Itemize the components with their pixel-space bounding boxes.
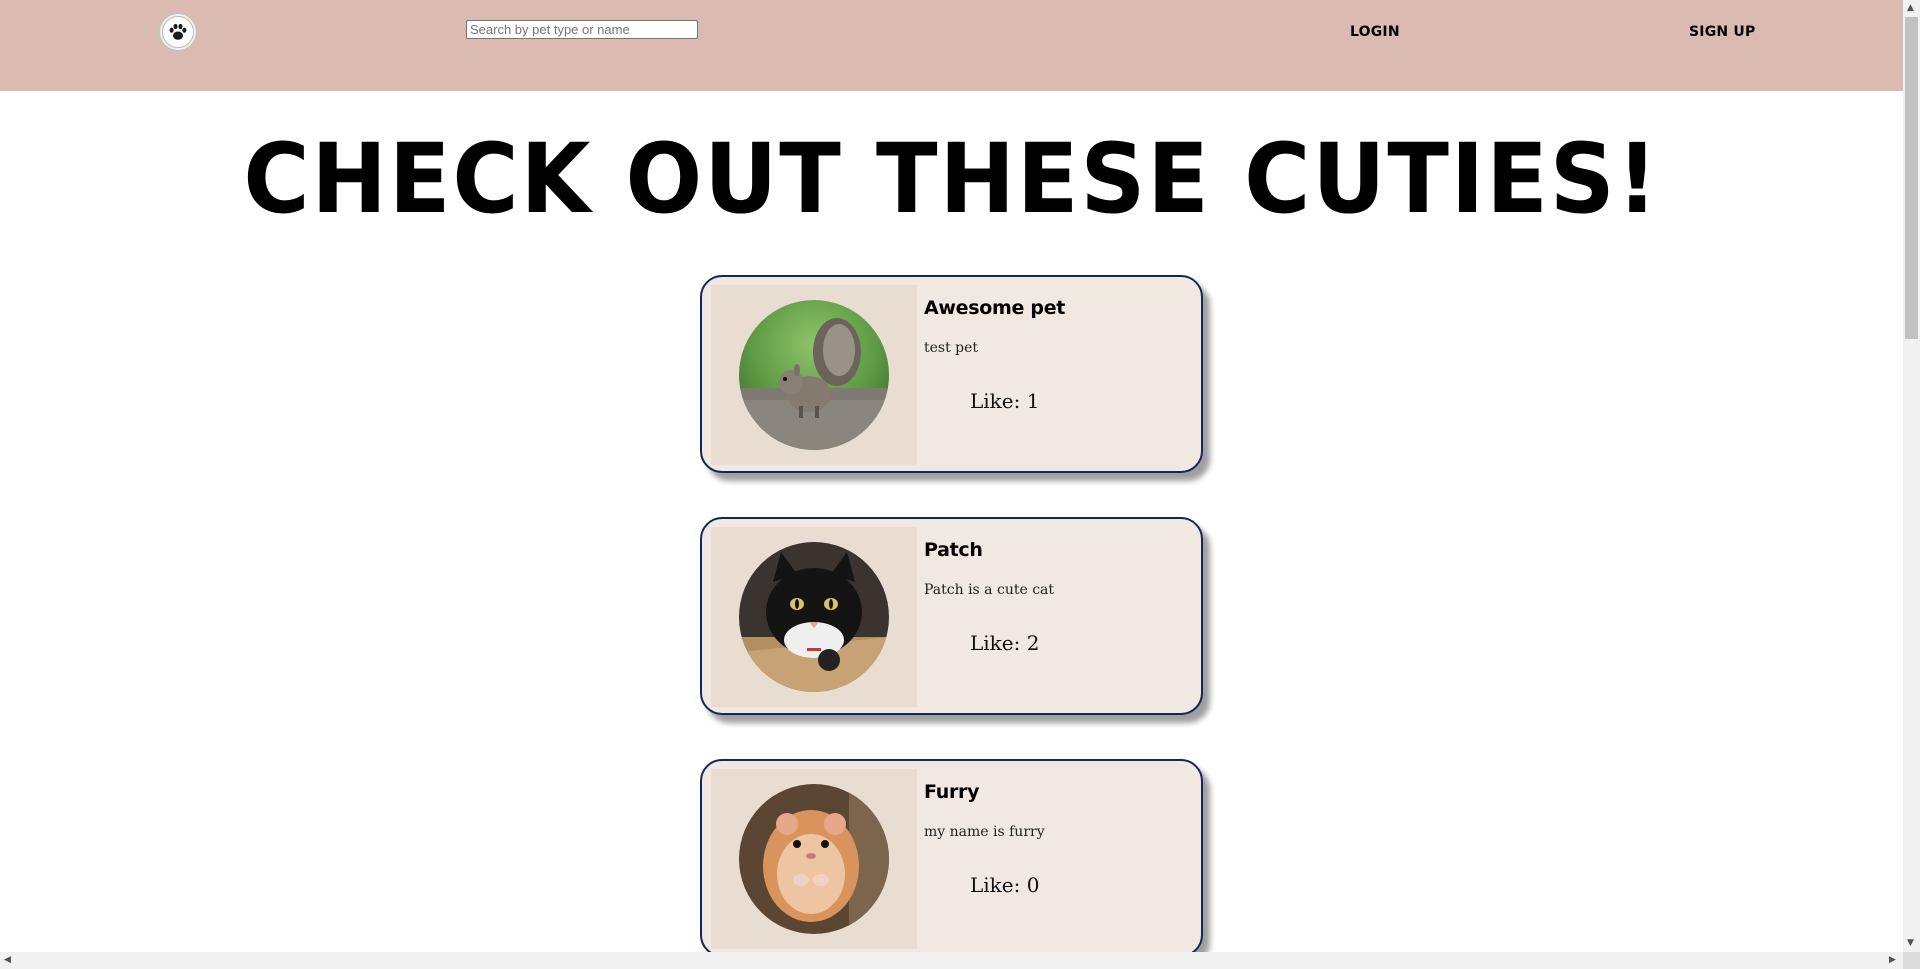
scrollbar-thumb[interactable] [1905,17,1918,339]
search-input[interactable] [466,20,698,39]
pet-image-panel [711,769,917,949]
pet-image-panel [711,527,917,707]
pet-name: Awesome pet [924,297,1066,319]
pet-image-panel [711,285,917,465]
page-title: CHECK OUT THESE CUTIES! [243,123,1660,235]
pet-description: test pet [924,340,979,356]
vertical-scrollbar[interactable]: ▲ ▼ [1903,0,1920,952]
pet-name: Furry [924,781,980,803]
like-count[interactable]: Like: 1 [970,389,1039,413]
page-viewport: LOGIN SIGN UP CHECK OUT THESE CUTIES! [0,0,1903,952]
pet-name: Patch [924,539,983,561]
scroll-up-icon[interactable]: ▲ [1907,0,1914,17]
like-count[interactable]: Like: 0 [970,873,1039,897]
login-link[interactable]: LOGIN [1350,24,1400,40]
pet-description: Patch is a cute cat [924,582,1055,598]
scroll-left-icon[interactable]: ◀ [4,952,11,969]
horizontal-scrollbar[interactable]: ◀ ▶ [0,952,1903,969]
hamster-photo [739,784,889,934]
like-count[interactable]: Like: 2 [970,631,1039,655]
logo[interactable] [158,12,198,52]
black-white-cat-photo [739,542,889,692]
pet-card[interactable]: Patch Patch is a cute cat Like: 2 [700,517,1203,715]
pet-card[interactable]: Furry my name is furry Like: 0 [700,759,1203,952]
pet-description: my name is furry [924,824,1045,840]
scroll-right-icon[interactable]: ▶ [1889,952,1896,969]
pet-card[interactable]: Awesome pet test pet Like: 1 [700,275,1203,473]
paw-icon [162,16,194,48]
scroll-down-icon[interactable]: ▼ [1907,935,1914,952]
squirrel-photo [739,300,889,450]
scrollbar-corner [1903,952,1920,969]
navbar: LOGIN SIGN UP [0,0,1903,91]
signup-link[interactable]: SIGN UP [1689,24,1755,40]
